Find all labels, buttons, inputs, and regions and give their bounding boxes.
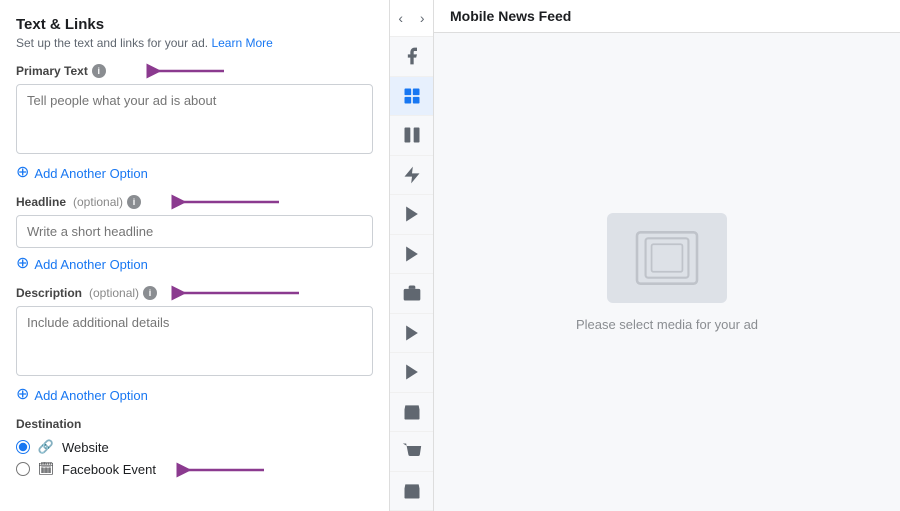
nav-arrows: ‹ › [390, 0, 433, 37]
media-placeholder-icon [632, 228, 702, 288]
section-title: Text & Links [16, 16, 373, 33]
instant-articles-icon[interactable] [390, 156, 434, 196]
shop-front-icon[interactable] [390, 393, 434, 433]
more-placements-icon[interactable] [390, 472, 434, 511]
arrow-annotation-2 [171, 191, 281, 213]
preview-panel: Mobile News Feed Please select media for… [434, 0, 900, 511]
headline-input[interactable] [16, 215, 373, 248]
add-option-button-1[interactable]: ⊕ Add Another Option [16, 165, 148, 181]
primary-text-info-icon[interactable]: i [92, 64, 106, 78]
destination-facebook-event-radio[interactable] [16, 462, 30, 476]
facebook-placement-icon[interactable] [390, 37, 434, 77]
destination-facebook-event-option[interactable]: 🗓 Facebook Event [16, 461, 373, 477]
text-links-panel: Text & Links Set up the text and links f… [0, 0, 390, 511]
next-button[interactable]: › [412, 0, 434, 36]
in-stream-video-icon[interactable] [390, 195, 434, 235]
destination-section: Destination 🔗 Website 🗓 Facebook Event [16, 417, 373, 477]
description-label: Description (optional) i [16, 286, 373, 300]
primary-text-input[interactable] [16, 84, 373, 154]
preview-content: Please select media for your ad [434, 33, 900, 511]
add-option-button-2[interactable]: ⊕ Add Another Option [16, 256, 148, 272]
description-group: Description (optional) i [16, 286, 373, 379]
arrow-annotation-1 [146, 60, 226, 82]
placement-icon-bar: ‹ › [390, 0, 434, 511]
primary-text-group: Primary Text i [16, 64, 373, 157]
destination-website-label: Website [62, 440, 109, 455]
destination-website-radio[interactable] [16, 440, 30, 454]
add-option-button-3[interactable]: ⊕ Add Another Option [16, 387, 148, 403]
arrow-annotation-4 [176, 459, 266, 481]
headline-info-icon[interactable]: i [127, 195, 141, 209]
description-info-icon[interactable]: i [143, 286, 157, 300]
shop-icon[interactable] [390, 432, 434, 472]
destination-label: Destination [16, 417, 373, 431]
preview-header: Mobile News Feed [434, 0, 900, 33]
primary-text-label: Primary Text i [16, 64, 373, 78]
column-placement-icon[interactable] [390, 116, 434, 156]
description-input[interactable] [16, 306, 373, 376]
media-placeholder [607, 213, 727, 303]
section-subtitle: Set up the text and links for your ad. L… [16, 36, 373, 50]
arrow-annotation-3 [171, 282, 301, 304]
add-icon-2: ⊕ [16, 256, 29, 272]
placeholder-text: Please select media for your ad [576, 317, 758, 332]
learn-more-link[interactable]: Learn More [211, 36, 272, 50]
add-icon-1: ⊕ [16, 165, 29, 181]
destination-facebook-event-label: Facebook Event [62, 462, 156, 477]
facebook-event-icon: 🗓 [38, 461, 54, 477]
headline-label: Headline (optional) i [16, 195, 373, 209]
news-feed-placement-icon[interactable] [390, 77, 434, 117]
website-icon: 🔗 [38, 439, 54, 455]
destination-website-option[interactable]: 🔗 Website [16, 439, 373, 455]
headline-group: Headline (optional) i [16, 195, 373, 248]
add-icon-3: ⊕ [16, 387, 29, 403]
marketplace-icon[interactable] [390, 274, 434, 314]
prev-button[interactable]: ‹ [390, 0, 412, 36]
stories-icon[interactable] [390, 353, 434, 393]
video-feed-icon[interactable] [390, 314, 434, 354]
preview-title: Mobile News Feed [450, 8, 571, 24]
suggested-video-icon[interactable] [390, 235, 434, 275]
